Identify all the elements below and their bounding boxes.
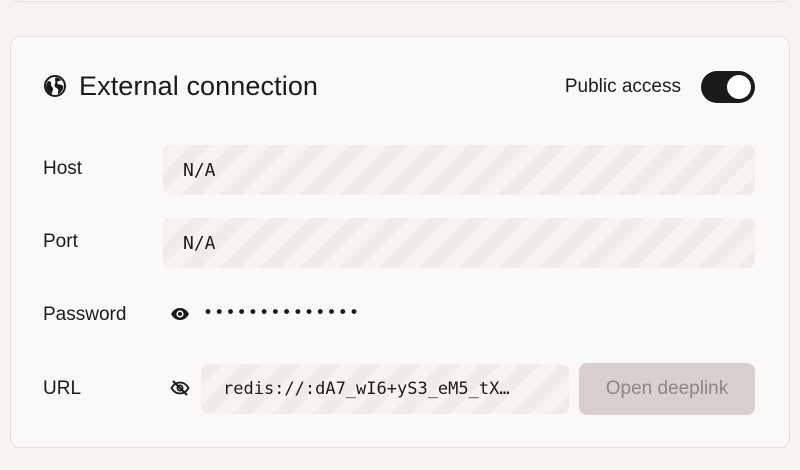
host-label: Host xyxy=(43,158,83,179)
password-value: •••••••••••••• xyxy=(203,303,361,323)
password-label: Password xyxy=(43,304,127,325)
public-access-label: Public access xyxy=(564,76,681,97)
external-connection-card: External connection Public access Host N… xyxy=(10,36,790,448)
host-value: N/A xyxy=(183,159,216,181)
previous-card xyxy=(10,0,790,2)
host-field[interactable]: N/A xyxy=(163,145,755,195)
port-field[interactable]: N/A xyxy=(163,218,755,268)
public-access-control: Public access xyxy=(565,71,755,103)
url-value: redis://:dA7_wI6+yS3_eM5_tX… xyxy=(223,379,510,399)
eye-icon[interactable] xyxy=(169,303,191,325)
url-label: URL xyxy=(43,378,82,399)
port-value: N/A xyxy=(183,232,216,254)
card-header: External connection Public access xyxy=(43,70,755,103)
open-deeplink-button[interactable]: Open deeplink xyxy=(579,363,755,415)
globe-icon xyxy=(43,74,67,98)
eye-off-icon[interactable] xyxy=(169,377,191,399)
port-label: Port xyxy=(43,231,78,252)
card-title: External connection xyxy=(79,70,319,101)
public-access-toggle[interactable] xyxy=(701,71,755,103)
url-field[interactable]: redis://:dA7_wI6+yS3_eM5_tX… xyxy=(201,364,569,414)
toggle-knob xyxy=(727,75,751,99)
